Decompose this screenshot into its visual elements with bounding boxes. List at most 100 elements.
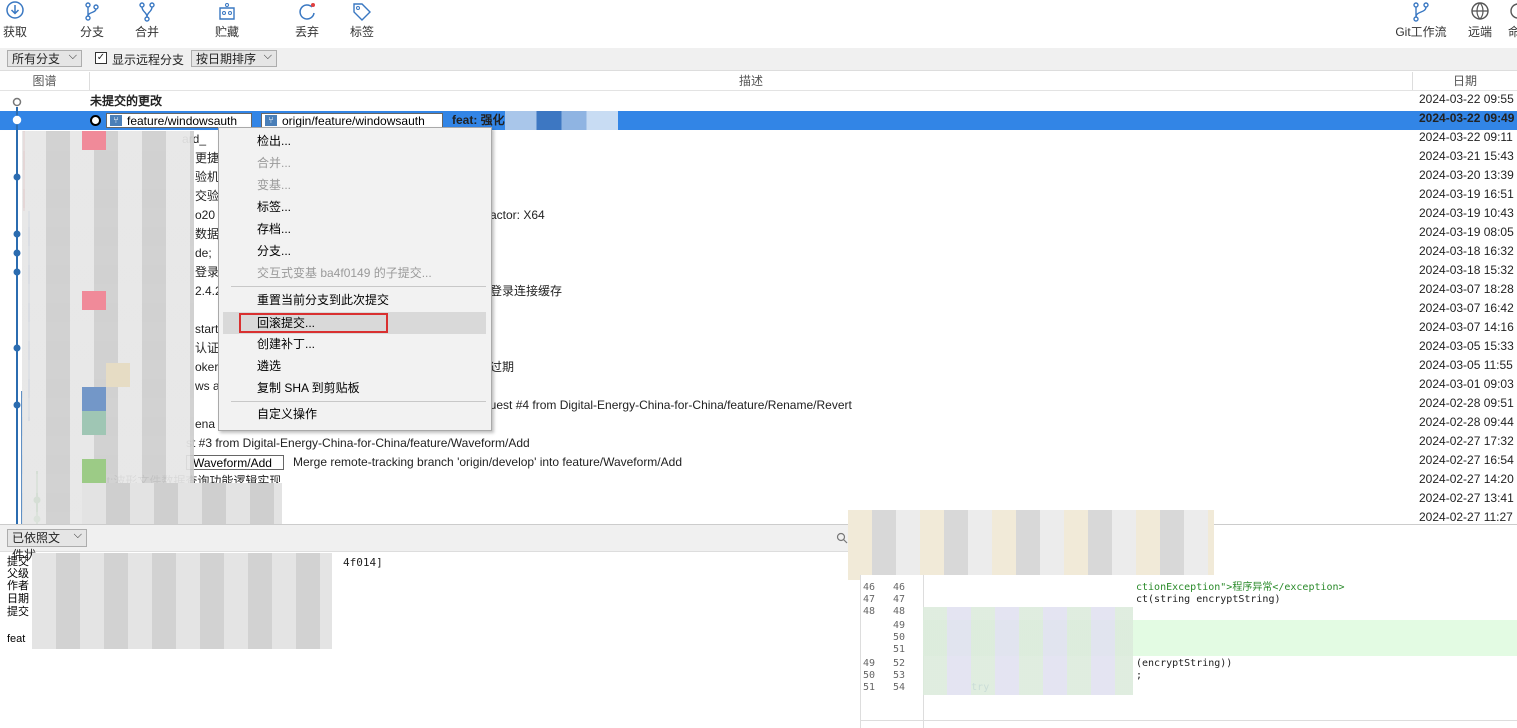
old-line-number: 46 (863, 582, 876, 593)
commit-date: 2024-03-20 13:39 (1419, 168, 1514, 182)
remote-label: 远端 (1467, 25, 1492, 39)
commit-date: 2024-03-22 09:55 (1419, 92, 1514, 106)
column-header-description[interactable]: 描述 (90, 72, 1413, 90)
gitflow-icon (1413, 2, 1429, 22)
commit-date: 2024-03-07 14:16 (1419, 320, 1514, 334)
tag-label: 标签 (349, 25, 374, 39)
commit-message-tail: 登录连接缓存 (490, 284, 563, 298)
diff-line: 47 47 ct(string encryptString) (861, 594, 1517, 606)
old-line-number: 51 (863, 682, 876, 693)
new-line-number: 47 (892, 594, 905, 605)
commit-message-tail: quest #4 from Digital-Energy-China-for-C… (483, 398, 852, 412)
menu-item-branch[interactable]: 分支... (223, 240, 486, 262)
discard-icon (299, 3, 315, 20)
column-header-graph[interactable]: 图谱 (0, 72, 90, 90)
commit-sha[interactable]: 4f014] (343, 556, 383, 569)
commit-message: 交验 (195, 189, 220, 203)
diff-view[interactable]: 46 46 ctionException">程序异常</exception> 47 4… (860, 575, 1517, 728)
commit-date: 2024-03-22 09:11 (1419, 130, 1513, 144)
show-remote-label[interactable]: 显示远程分支 (112, 51, 184, 68)
menu-separator (231, 401, 486, 402)
commit-date: 2024-03-19 16:51 (1419, 187, 1514, 201)
tag-button[interactable]: 标签 (347, 0, 377, 44)
commit-date: 2024-03-05 11:55 (1419, 358, 1513, 372)
commit-date: 2024-03-18 16:32 (1419, 244, 1514, 258)
commit-message: oker (195, 360, 219, 374)
menu-item-rebase: 变基... (257, 178, 292, 192)
code-text: ct(string encryptString) (1136, 594, 1281, 605)
show-remote-checkbox[interactable]: ✓ (95, 52, 107, 64)
new-line-number: 49 (892, 620, 905, 631)
code-text: ctionException">程序异常</exception> (1136, 582, 1345, 593)
search-icon[interactable] (836, 532, 848, 544)
redacted-area (923, 607, 1133, 695)
remote-branch-badge[interactable]: ⑂ origin/feature/windowsauth (261, 113, 443, 128)
menu-item-cherry-pick[interactable]: 遴选 (223, 355, 486, 377)
commit-row[interactable]: st #3 from Digital-Energy-China-for-Chin… (0, 434, 1517, 453)
local-branch-badge[interactable]: ⑂ feature/windowsauth (106, 113, 252, 128)
commit-row[interactable]: Waveform/Add Merge remote-tracking branc… (0, 453, 1517, 472)
commit-message: 登录 (195, 265, 220, 279)
remote-branch-name: origin/feature/windowsauth (282, 114, 425, 128)
more-button[interactable]: 命 (1508, 0, 1517, 44)
uncommitted-row[interactable]: 未提交的更改 (0, 92, 1517, 111)
redacted-area (82, 411, 106, 435)
file-view-bar: 已依照文件状 (0, 525, 860, 562)
commit-date: 2024-03-19 10:43 (1419, 206, 1514, 220)
menu-item-archive[interactable]: 存档... (223, 218, 486, 240)
redacted-area (106, 363, 130, 387)
commit-message: o20 (195, 208, 216, 222)
commit-date: 2024-02-27 11:27 (1419, 510, 1513, 524)
commit-message: ena (195, 417, 216, 431)
commit-date: 2024-03-18 15:32 (1419, 263, 1514, 277)
branch-badge[interactable]: Waveform/Add (186, 455, 284, 470)
commit-date: 2024-02-28 09:44 (1419, 415, 1514, 429)
branch-button[interactable]: 分支 (77, 0, 107, 44)
discard-button[interactable]: 丢弃 (292, 0, 322, 44)
commit-date: 2024-03-22 09:49 (1419, 111, 1515, 125)
toolbar: 获取 分支 合并 贮藏 丢弃 标签 Git工作流 远端 命 (0, 0, 1517, 44)
sort-dropdown[interactable]: 按日期排序 (191, 48, 277, 67)
commit-message: 验机 (195, 170, 220, 184)
new-line-number: 52 (892, 658, 905, 669)
settings-icon (1510, 3, 1517, 19)
diff-line: 46 46 ctionException">程序异常</exception> (861, 582, 1517, 594)
commit-date: 2024-03-07 18:28 (1419, 282, 1514, 296)
branch-icon (85, 2, 99, 21)
menu-item-reset[interactable]: 重置当前分支到此次提交 (223, 289, 486, 311)
commit-message: 更捷 (195, 151, 220, 165)
fetch-icon (6, 1, 24, 19)
new-line-number: 50 (892, 632, 905, 643)
current-branch-indicator (90, 115, 101, 126)
old-line-number: 50 (863, 670, 876, 681)
commit-meta-label: 父级 (7, 568, 29, 580)
new-line-number: 46 (892, 582, 905, 593)
commit-message: Merge remote-tracking branch 'origin/dev… (293, 455, 682, 469)
menu-item-copy-sha[interactable]: 复制 SHA 到剪贴板 (223, 377, 486, 399)
commit-meta-label: 作者 (7, 580, 29, 592)
discard-label: 丢弃 (294, 25, 319, 39)
remote-button[interactable]: 远端 (1465, 0, 1495, 44)
menu-item-checkout[interactable]: 检出... (223, 130, 486, 152)
stash-button[interactable]: 贮藏 (212, 0, 242, 44)
column-header-date[interactable]: 日期 (1413, 72, 1517, 90)
menu-item-tag[interactable]: 标签... (223, 196, 486, 218)
menu-item-custom-actions[interactable]: 自定义操作 (223, 403, 486, 425)
commit-message: de; (195, 246, 212, 260)
local-branch-name: feature/windowsauth (127, 114, 238, 128)
branch-filter-dropdown[interactable]: 所有分支 (7, 48, 82, 67)
menu-item-create-patch[interactable]: 创建补丁... (223, 333, 486, 355)
branch-badge-icon: ⑂ (110, 115, 122, 126)
commit-date: 2024-02-28 09:51 (1419, 396, 1514, 410)
commit-message-tail: 过期 (490, 360, 515, 374)
old-line-number: 49 (863, 658, 876, 669)
file-view-dropdown[interactable]: 已依照文件状 (7, 527, 87, 562)
merge-button[interactable]: 合并 (132, 0, 162, 44)
stash-icon (219, 3, 235, 20)
commit-message-preview: feat (7, 633, 26, 645)
gitflow-button[interactable]: Git工作流 (1392, 0, 1450, 44)
merge-icon (139, 2, 155, 22)
fetch-button[interactable]: 获取 (0, 0, 30, 44)
new-line-number: 54 (892, 682, 905, 693)
menu-item-merge: 合并... (257, 156, 292, 170)
